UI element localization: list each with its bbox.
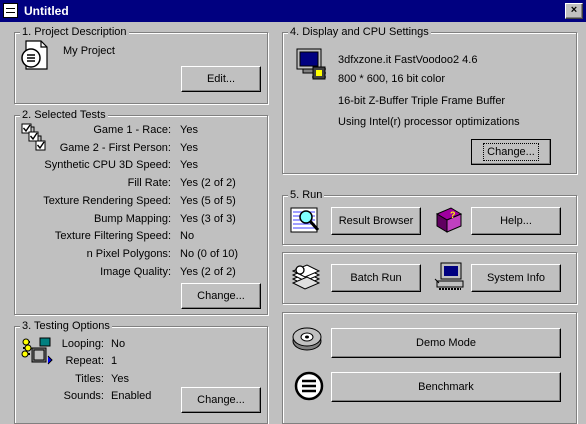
system-info-button-label: System Info — [486, 272, 546, 284]
test-row-label: n Pixel Polygons: — [86, 247, 171, 260]
checklist-icon — [21, 123, 46, 151]
option-row-label: Titles: — [75, 372, 104, 385]
display-line-resolution: 800 * 600, 16 bit color — [338, 73, 446, 85]
option-row-label: Looping: — [61, 338, 104, 350]
change-display-button-label: Change... — [483, 143, 539, 161]
stacked-sheets-icon — [291, 264, 321, 290]
run-legend: 5. Run — [288, 188, 325, 202]
selected-tests-legend: 2. Selected Tests — [20, 108, 108, 122]
computer-icon — [434, 262, 464, 290]
result-browser-button[interactable]: Result Browser — [331, 207, 421, 235]
demo-benchmark-group: Demo Mode Benchmark — [282, 312, 577, 424]
display-line-cpu-optimizations: Using Intel(r) processor optimizations — [338, 116, 520, 128]
test-row-value: No — [180, 230, 195, 243]
run-group: 5. Run Result Browser ? Help... — [282, 188, 577, 245]
test-row-label: Fill Rate: — [127, 177, 171, 190]
edit-project-button-label: Edit... — [206, 73, 236, 85]
demo-mode-button-label: Demo Mode — [416, 337, 476, 349]
close-button[interactable]: × — [565, 3, 583, 19]
test-row-value: Yes (2 of 2) — [180, 177, 236, 190]
result-browser-button-label: Result Browser — [338, 215, 414, 227]
window-app-icon[interactable] — [3, 3, 18, 18]
selected-tests-group: 2. Selected Tests Game 1 - Race: Yes Game … — [14, 108, 268, 315]
batch-system-group: Batch Run System Info — [282, 252, 577, 304]
change-options-button[interactable]: Change... — [181, 387, 261, 413]
test-row-label: Texture Rendering Speed: — [43, 194, 171, 207]
system-info-button[interactable]: System Info — [471, 264, 561, 292]
testing-options-group: 3. Testing Options Looping: No Repeat: 1 Tit… — [14, 319, 268, 424]
test-row-value: Yes — [180, 124, 198, 136]
batch-run-button[interactable]: Batch Run — [331, 264, 421, 292]
testing-options-legend: 3. Testing Options — [20, 319, 112, 333]
demo-disc-icon — [292, 327, 322, 351]
project-description-group: 1. Project Description My Project Edit..… — [14, 25, 268, 104]
window-title: Untitled — [24, 4, 69, 18]
options-gears-icon — [21, 337, 53, 365]
test-row-value: Yes (2 of 2) — [180, 265, 236, 278]
benchmark-circle-icon — [294, 371, 324, 401]
change-tests-button-label: Change... — [197, 290, 245, 302]
option-row-label: Repeat: — [65, 355, 104, 368]
option-row-value: 1 — [111, 355, 118, 368]
test-row-value: No (0 of 10) — [180, 247, 239, 260]
test-row-label: Image Quality: — [100, 265, 171, 278]
display-settings-group: 4. Display and CPU Settings 3dfxzone.it … — [282, 25, 577, 174]
project-description-legend: 1. Project Description — [20, 25, 129, 39]
test-row-label: Bump Mapping: — [93, 212, 171, 225]
test-row-value: Yes (3 of 3) — [180, 212, 236, 225]
document-icon — [21, 40, 48, 70]
edit-project-button[interactable]: Edit... — [181, 66, 261, 92]
display-settings-legend: 4. Display and CPU Settings — [288, 25, 431, 39]
test-row-label: Game 2 - First Person: — [59, 141, 171, 154]
benchmark-button-label: Benchmark — [418, 381, 474, 393]
option-row-value: No — [111, 338, 126, 350]
test-row-label: Synthetic CPU 3D Speed: — [44, 159, 171, 172]
magnifier-sheet-icon — [290, 207, 320, 233]
test-row-value: Yes — [180, 141, 198, 154]
monitor-chip-icon — [296, 48, 326, 80]
test-row-value: Yes — [180, 159, 198, 172]
option-row-value: Enabled — [111, 389, 152, 402]
svg-text:?: ? — [450, 210, 456, 220]
test-row-label: Game 1 - Race: — [93, 124, 171, 136]
change-options-button-label: Change... — [197, 394, 245, 406]
display-line-adapter: 3dfxzone.it FastVoodoo2 4.6 — [338, 54, 478, 66]
change-tests-button[interactable]: Change... — [181, 283, 261, 309]
project-name: My Project — [63, 45, 115, 57]
display-line-buffers: 16-bit Z-Buffer Triple Frame Buffer — [338, 95, 506, 107]
benchmark-button[interactable]: Benchmark — [331, 372, 561, 402]
option-row-value: Yes — [111, 372, 129, 385]
test-row-label: Texture Filtering Speed: — [54, 230, 171, 243]
change-display-button[interactable]: Change... — [471, 139, 551, 165]
title-bar[interactable]: Untitled × — [0, 0, 586, 22]
demo-mode-button[interactable]: Demo Mode — [331, 328, 561, 358]
batch-run-button-label: Batch Run — [350, 272, 402, 284]
help-button-label: Help... — [500, 215, 532, 227]
help-button[interactable]: Help... — [471, 207, 561, 235]
help-book-icon: ? — [435, 207, 463, 233]
test-row-value: Yes (5 of 5) — [180, 194, 236, 207]
option-row-label: Sounds: — [63, 389, 104, 402]
